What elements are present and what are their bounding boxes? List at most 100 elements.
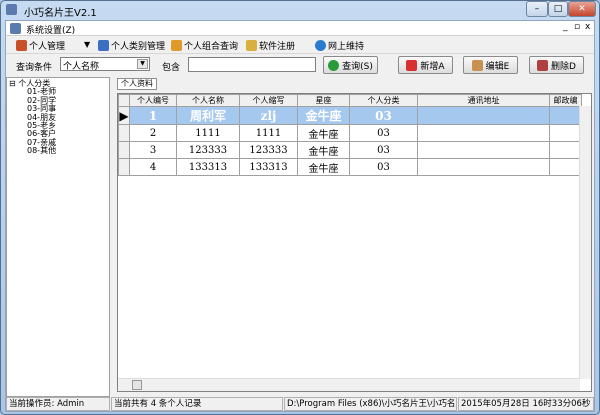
edit-button[interactable]: 编辑E <box>463 56 518 74</box>
status-operator: 当前操作员: Admin <box>6 397 110 411</box>
menu-bar: 系统设置(Z) _ ▫ x <box>6 21 594 36</box>
column-header[interactable]: 邮政编 <box>549 94 582 107</box>
column-header[interactable]: 通讯地址 <box>417 94 550 107</box>
button-label: 查询(S) <box>342 61 373 72</box>
toolbar-label: 软件注册 <box>259 42 296 52</box>
status-count: 当前共有 4 条个人记录 <box>111 397 283 411</box>
row-indicator <box>118 158 130 176</box>
tab-personal-data[interactable]: 个人资料 <box>117 78 157 90</box>
chevron-down-icon[interactable]: ▼ <box>137 59 148 69</box>
tree-item[interactable]: 08-其他 <box>27 146 109 155</box>
search-button[interactable]: 查询(S) <box>323 56 378 74</box>
toolbar-personal-management[interactable]: 个人管理 <box>16 39 65 52</box>
tree-root[interactable]: ⊟ 个人分类 <box>7 78 109 88</box>
table-cell[interactable] <box>417 124 550 142</box>
row-indicator: ▶ <box>118 106 130 125</box>
toolbar-label: 网上维持 <box>328 42 365 52</box>
scroll-thumb[interactable] <box>132 380 142 390</box>
column-header[interactable]: 个人编号 <box>129 94 177 107</box>
table-cell[interactable]: 03 <box>349 158 418 176</box>
mdi-close-button[interactable]: x <box>585 22 590 32</box>
table-cell[interactable]: 金牛座 <box>297 106 350 125</box>
collapse-icon[interactable]: ⊟ <box>9 79 16 88</box>
grid-icon <box>98 40 109 51</box>
column-header[interactable]: 个人分类 <box>349 94 418 107</box>
toolbar-label: 个人类别管理 <box>111 42 166 52</box>
row-indicator <box>118 124 130 142</box>
vertical-scrollbar[interactable] <box>579 106 591 379</box>
table-row[interactable]: ▶ 1 周利军 zlj 金牛座 03 <box>118 106 582 125</box>
delete-icon <box>537 59 549 71</box>
table-cell[interactable]: 3 <box>129 141 177 159</box>
column-header[interactable]: 个人名称 <box>176 94 240 107</box>
table-cell[interactable]: 周利军 <box>176 106 240 125</box>
table-cell[interactable]: 123333 <box>176 141 240 159</box>
table-cell[interactable]: 03 <box>349 106 418 125</box>
table-row[interactable]: 4 133313 133313 金牛座 03 <box>118 158 582 176</box>
contains-label: 包含 <box>162 63 181 73</box>
button-label: 编辑E <box>485 61 510 72</box>
table-cell[interactable]: 1111 <box>239 124 298 142</box>
edit-icon <box>471 59 483 71</box>
data-grid: 个人编号 个人名称 个人缩写 星座 个人分类 通讯地址 邮政编 ▶ 1 周利军 zlj 金牛座 03 2… <box>117 93 592 392</box>
column-header[interactable]: 星座 <box>297 94 350 107</box>
horizontal-scrollbar[interactable] <box>118 378 580 391</box>
row-indicator <box>118 141 130 159</box>
table-cell[interactable] <box>549 106 582 125</box>
table-cell[interactable] <box>417 141 550 159</box>
close-button[interactable]: ✕ <box>568 1 596 17</box>
key-icon <box>246 40 257 51</box>
button-label: 新增A <box>420 61 445 72</box>
table-cell[interactable]: 133313 <box>239 158 298 176</box>
table-row[interactable]: 3 123333 123333 金牛座 03 <box>118 141 582 159</box>
condition-label: 查询条件 <box>16 63 53 73</box>
toolbar-online[interactable]: 网上维持 <box>315 39 364 52</box>
table-cell[interactable]: 1111 <box>176 124 240 142</box>
combo-icon <box>171 40 182 51</box>
toolbar-combo-query[interactable]: 个人组合查询 <box>171 39 238 52</box>
table-cell[interactable] <box>417 158 550 176</box>
button-label: 删除D <box>551 61 576 72</box>
table-cell[interactable]: 金牛座 <box>297 124 350 142</box>
toolbar-label: 个人组合查询 <box>184 42 239 52</box>
table-cell[interactable]: 1 <box>129 106 177 125</box>
dropdown-arrow-icon[interactable]: ▼ <box>84 40 90 49</box>
table-cell[interactable]: 123333 <box>239 141 298 159</box>
toolbar-register[interactable]: 软件注册 <box>246 39 295 52</box>
table-cell[interactable]: 金牛座 <box>297 141 350 159</box>
table-cell[interactable]: 133313 <box>176 158 240 176</box>
table-cell[interactable]: 2 <box>129 124 177 142</box>
table-cell[interactable] <box>417 106 550 125</box>
category-tree: ⊟ 个人分类 01-老师 02-同学 03-同事 04-朋友 05-老乡 06-客户 07-… <box>6 77 110 397</box>
status-datetime: 2015年05月28日 16时33分06秒 <box>458 397 594 411</box>
table-row[interactable]: 2 1111 1111 金牛座 03 <box>118 124 582 142</box>
table-cell[interactable] <box>549 158 582 176</box>
maximize-button[interactable]: □ <box>548 1 568 17</box>
menu-system-settings[interactable]: 系统设置(Z) <box>26 23 75 36</box>
toolbar: 个人管理 ▼ 个人类别管理 个人组合查询 软件注册 网上维持 <box>6 37 594 54</box>
table-cell[interactable]: 03 <box>349 141 418 159</box>
delete-button[interactable]: 删除D <box>529 56 584 74</box>
window-title: 小巧名片王V2.1 <box>24 8 97 19</box>
condition-value: 个人名称 <box>63 62 100 72</box>
column-header[interactable]: 个人缩写 <box>239 94 298 107</box>
people-icon <box>16 40 27 51</box>
toolbar-category-management[interactable]: 个人类别管理 <box>98 39 165 52</box>
toolbar-label: 个人管理 <box>29 42 66 52</box>
globe-icon <box>315 40 326 51</box>
table-cell[interactable]: 03 <box>349 124 418 142</box>
minimize-button[interactable]: – <box>526 1 548 17</box>
mdi-restore-button[interactable]: ▫ <box>574 22 580 32</box>
plus-icon <box>406 59 418 71</box>
table-cell[interactable]: 金牛座 <box>297 158 350 176</box>
mdi-icon <box>10 23 21 34</box>
add-button[interactable]: 新增A <box>398 56 453 74</box>
table-cell[interactable]: zlj <box>239 106 298 125</box>
table-cell[interactable] <box>549 141 582 159</box>
table-cell[interactable] <box>549 124 582 142</box>
search-input[interactable] <box>188 57 316 72</box>
condition-select[interactable]: 个人名称 ▼ <box>60 57 150 72</box>
table-cell[interactable]: 4 <box>129 158 177 176</box>
mdi-minimize-button[interactable]: _ <box>563 22 568 32</box>
status-path: D:\Program Files (x86)\小巧名片王\小巧名片 <box>284 397 457 411</box>
